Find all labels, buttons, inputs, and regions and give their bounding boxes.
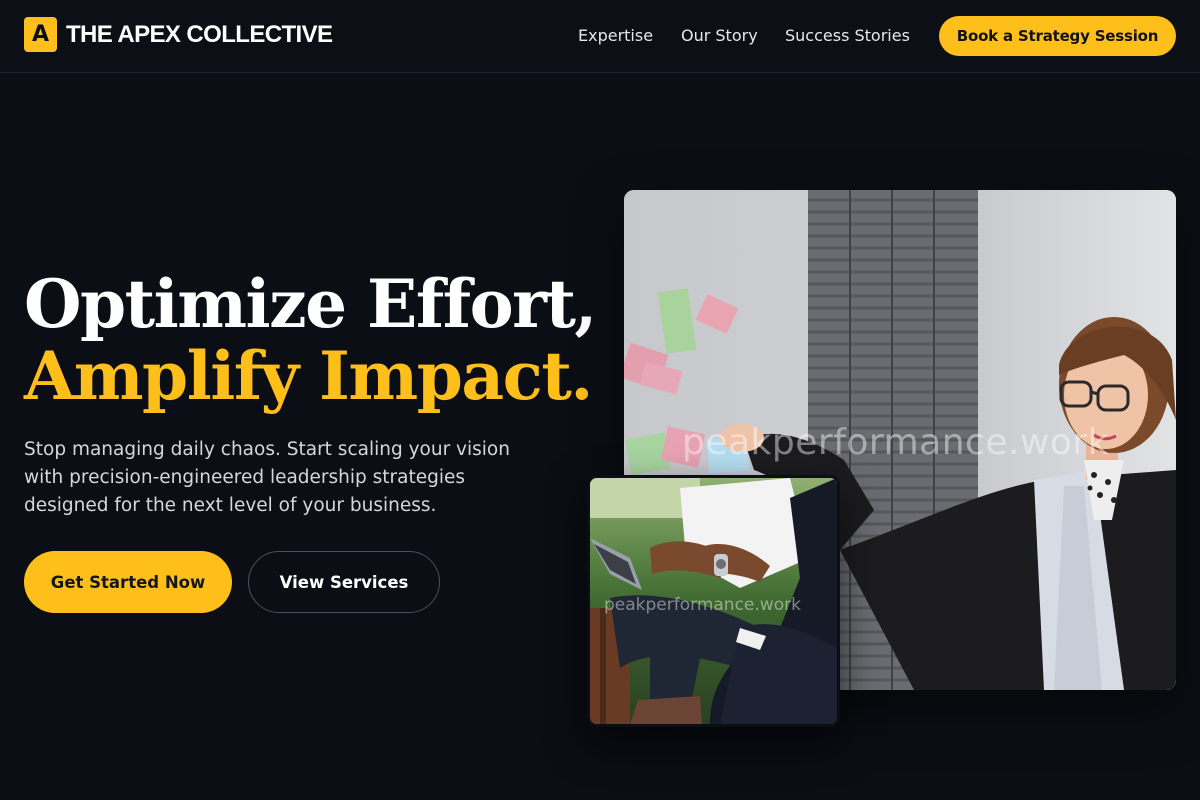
nav-link-success-stories[interactable]: Success Stories	[785, 26, 910, 45]
nav-link-our-story[interactable]: Our Story	[681, 26, 758, 45]
brand-logo[interactable]: A THE APEX COLLECTIVE	[24, 17, 333, 52]
book-strategy-session-button[interactable]: Book a Strategy Session	[939, 16, 1176, 56]
brand-name: THE APEX COLLECTIVE	[66, 20, 333, 48]
nav-link-expertise[interactable]: Expertise	[578, 26, 653, 45]
headline-line-1: Optimize Effort,	[24, 265, 597, 343]
get-started-button[interactable]: Get Started Now	[24, 551, 232, 613]
main-photo-watermark: peakperformance.work	[682, 422, 1110, 463]
headline-line-2: Amplify Impact.	[24, 337, 593, 415]
hero-secondary-photo: peakperformance.work	[587, 475, 840, 727]
small-photo-watermark: peakperformance.work	[604, 595, 801, 615]
hero-subtext: Stop managing daily chaos. Start scaling…	[24, 439, 510, 516]
hero-headline: Optimize Effort, Amplify Impact.	[24, 265, 597, 415]
logo-mark: A	[24, 17, 57, 52]
site-header: A THE APEX COLLECTIVE Expertise Our Stor…	[0, 0, 1200, 73]
view-services-button[interactable]: View Services	[248, 551, 440, 613]
landing-page: A THE APEX COLLECTIVE Expertise Our Stor…	[0, 0, 1200, 800]
